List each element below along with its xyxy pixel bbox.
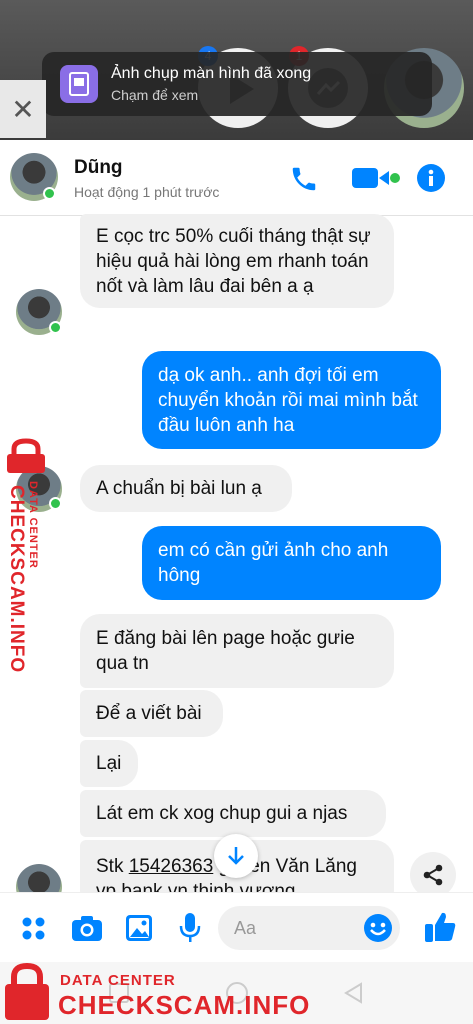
info-icon[interactable]: [416, 163, 446, 193]
conversation-header: Dũng Hoạt động 1 phút trước: [0, 140, 473, 216]
share-icon: [423, 864, 443, 886]
watermark-lock-logo: [7, 438, 45, 473]
watermark-side-label: CHECKSCAM.INFO: [6, 485, 27, 674]
notification-subtitle: Chạm để xem: [111, 87, 199, 103]
watermark-side-sub: DATA CENTER: [27, 481, 39, 569]
watermark-bottom-label: CHECKSCAM.INFO: [58, 990, 311, 1020]
emoji-icon[interactable]: [363, 913, 393, 943]
contact-status: Hoạt động 1 phút trước: [74, 184, 220, 200]
microphone-icon[interactable]: [178, 912, 202, 944]
phone-icon[interactable]: [289, 164, 319, 194]
watermark-lock-logo: [5, 962, 49, 1020]
notification-title: Ảnh chụp màn hình đã xong: [111, 65, 312, 82]
message-outgoing[interactable]: dạ ok anh.. anh đợi tối em chuyển khoản …: [142, 351, 441, 449]
gallery-icon[interactable]: [125, 914, 153, 942]
like-icon[interactable]: [423, 910, 457, 944]
message-incoming[interactable]: E cọc trc 50% cuối tháng thật sự hiệu qu…: [80, 214, 394, 308]
apps-icon[interactable]: [21, 916, 47, 942]
sender-avatar[interactable]: [16, 864, 62, 892]
account-number-link[interactable]: 15426363: [129, 856, 214, 877]
message-composer: Aa: [0, 892, 473, 962]
message-incoming[interactable]: Để a viết bài: [80, 690, 223, 737]
message-outgoing[interactable]: em có cần gửi ảnh cho anh hông: [142, 526, 441, 600]
contact-name[interactable]: Dũng: [74, 157, 123, 179]
message-text: Stk: [96, 856, 129, 877]
back-icon[interactable]: [342, 981, 364, 1005]
video-call-icon[interactable]: [352, 166, 400, 190]
arrow-down-icon: [228, 847, 244, 865]
online-indicator: [49, 321, 62, 334]
message-incoming[interactable]: A chuẩn bị bài lun ạ: [80, 465, 292, 512]
online-indicator: [49, 497, 62, 510]
screenshot-notification[interactable]: Ảnh chụp màn hình đã xong Chạm để xem: [42, 52, 432, 116]
screenshot-icon: [60, 65, 98, 103]
message-incoming[interactable]: Lát em ck xog chup gui a njas: [80, 790, 386, 837]
message-input[interactable]: Aa: [218, 906, 400, 950]
online-indicator: [43, 187, 56, 200]
message-input-placeholder: Aa: [234, 918, 257, 938]
message-incoming[interactable]: Lại: [80, 740, 138, 787]
message-incoming[interactable]: E đăng bài lên page hoặc gưie qua tn: [80, 614, 394, 688]
scroll-down-button[interactable]: [214, 834, 258, 878]
camera-icon[interactable]: [71, 914, 103, 942]
close-icon[interactable]: ✕: [0, 80, 46, 138]
watermark-bottom-sub: DATA CENTER: [60, 972, 176, 989]
